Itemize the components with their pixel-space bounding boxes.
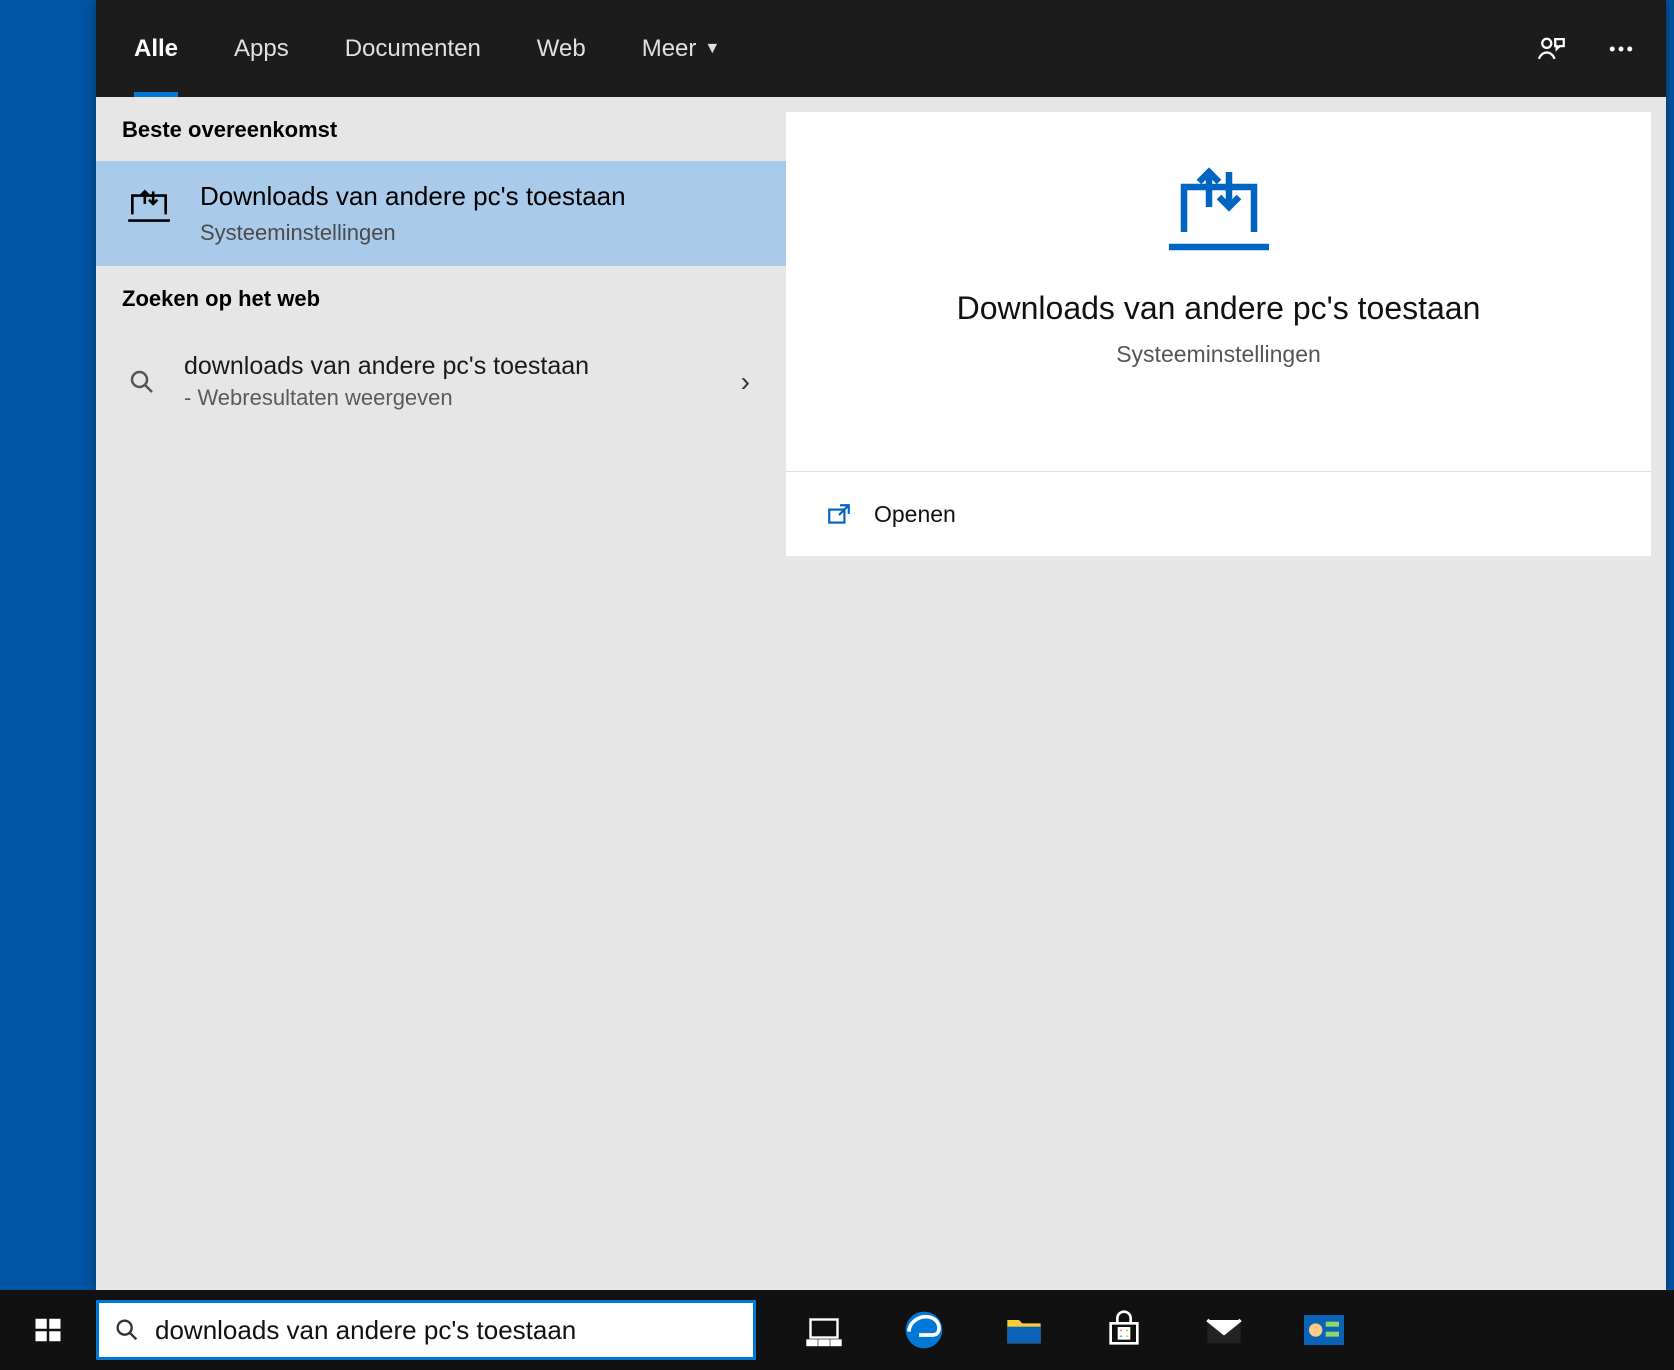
search-icon <box>113 1316 141 1344</box>
tab-label: Alle <box>134 35 178 63</box>
best-match-subtitle: Systeeminstellingen <box>200 220 626 246</box>
preview-title: Downloads van andere pc's toestaan <box>957 290 1481 327</box>
web-result-text: downloads van andere pc's toestaan - Web… <box>184 352 589 411</box>
start-button[interactable] <box>0 1290 96 1370</box>
laptop-arrows-icon <box>122 179 176 233</box>
tab-label: Meer <box>642 35 697 63</box>
results-column: Beste overeenkomst Downloads van andere … <box>96 97 786 1290</box>
taskbar-apps <box>794 1290 1354 1370</box>
search-tabs: Alle Apps Documenten Web Meer ▼ <box>96 0 1666 97</box>
control-panel-icon <box>1304 1315 1344 1345</box>
search-panel: Alle Apps Documenten Web Meer ▼ <box>96 0 1666 1290</box>
mail-button[interactable] <box>1194 1300 1254 1360</box>
chevron-down-icon: ▼ <box>704 40 720 58</box>
tab-meer[interactable]: Meer ▼ <box>614 0 749 97</box>
task-view-icon <box>806 1312 842 1348</box>
edge-browser-button[interactable] <box>894 1300 954 1360</box>
web-result-subtitle: - Webresultaten weergeven <box>184 385 589 411</box>
open-action-label: Openen <box>874 501 956 528</box>
windows-logo-icon <box>33 1315 63 1345</box>
more-horizontal-icon <box>1606 34 1636 64</box>
preview-card: Downloads van andere pc's toestaan Syste… <box>786 112 1651 472</box>
tab-label: Web <box>537 35 586 63</box>
chevron-right-icon: › <box>741 366 750 398</box>
open-external-icon <box>826 502 852 528</box>
control-panel-button[interactable] <box>1294 1300 1354 1360</box>
preview-column: Downloads van andere pc's toestaan Syste… <box>786 97 1666 1290</box>
taskbar-search-input[interactable] <box>155 1315 739 1346</box>
more-options-button[interactable] <box>1586 0 1656 97</box>
web-section-header: Zoeken op het web <box>96 266 786 330</box>
tab-alle[interactable]: Alle <box>106 0 206 97</box>
laptop-arrows-icon <box>1159 152 1279 262</box>
taskbar-search-box[interactable] <box>96 1300 756 1360</box>
taskbar <box>0 1290 1674 1370</box>
feedback-person-icon <box>1534 32 1568 66</box>
edge-browser-icon <box>904 1310 944 1350</box>
best-match-title: Downloads van andere pc's toestaan <box>200 179 626 214</box>
tab-apps[interactable]: Apps <box>206 0 317 97</box>
best-match-header: Beste overeenkomst <box>96 97 786 161</box>
search-panel-body: Beste overeenkomst Downloads van andere … <box>96 97 1666 1290</box>
mail-icon <box>1204 1310 1244 1350</box>
search-icon <box>122 367 162 397</box>
preview-subtitle: Systeeminstellingen <box>1116 341 1321 368</box>
microsoft-store-button[interactable] <box>1094 1300 1154 1360</box>
file-explorer-icon <box>1004 1310 1044 1350</box>
microsoft-store-icon <box>1104 1310 1144 1350</box>
web-result-item[interactable]: downloads van andere pc's toestaan - Web… <box>96 330 786 433</box>
best-match-text: Downloads van andere pc's toestaan Syste… <box>200 179 626 246</box>
tab-label: Documenten <box>345 35 481 63</box>
open-action[interactable]: Openen <box>786 473 1651 556</box>
tab-web[interactable]: Web <box>509 0 614 97</box>
web-result-title: downloads van andere pc's toestaan <box>184 352 589 381</box>
file-explorer-button[interactable] <box>994 1300 1054 1360</box>
feedback-button[interactable] <box>1516 0 1586 97</box>
task-view-button[interactable] <box>794 1300 854 1360</box>
best-match-result[interactable]: Downloads van andere pc's toestaan Syste… <box>96 161 786 266</box>
preview-actions: Openen <box>786 472 1651 556</box>
tab-label: Apps <box>234 35 289 63</box>
tab-documenten[interactable]: Documenten <box>317 0 509 97</box>
